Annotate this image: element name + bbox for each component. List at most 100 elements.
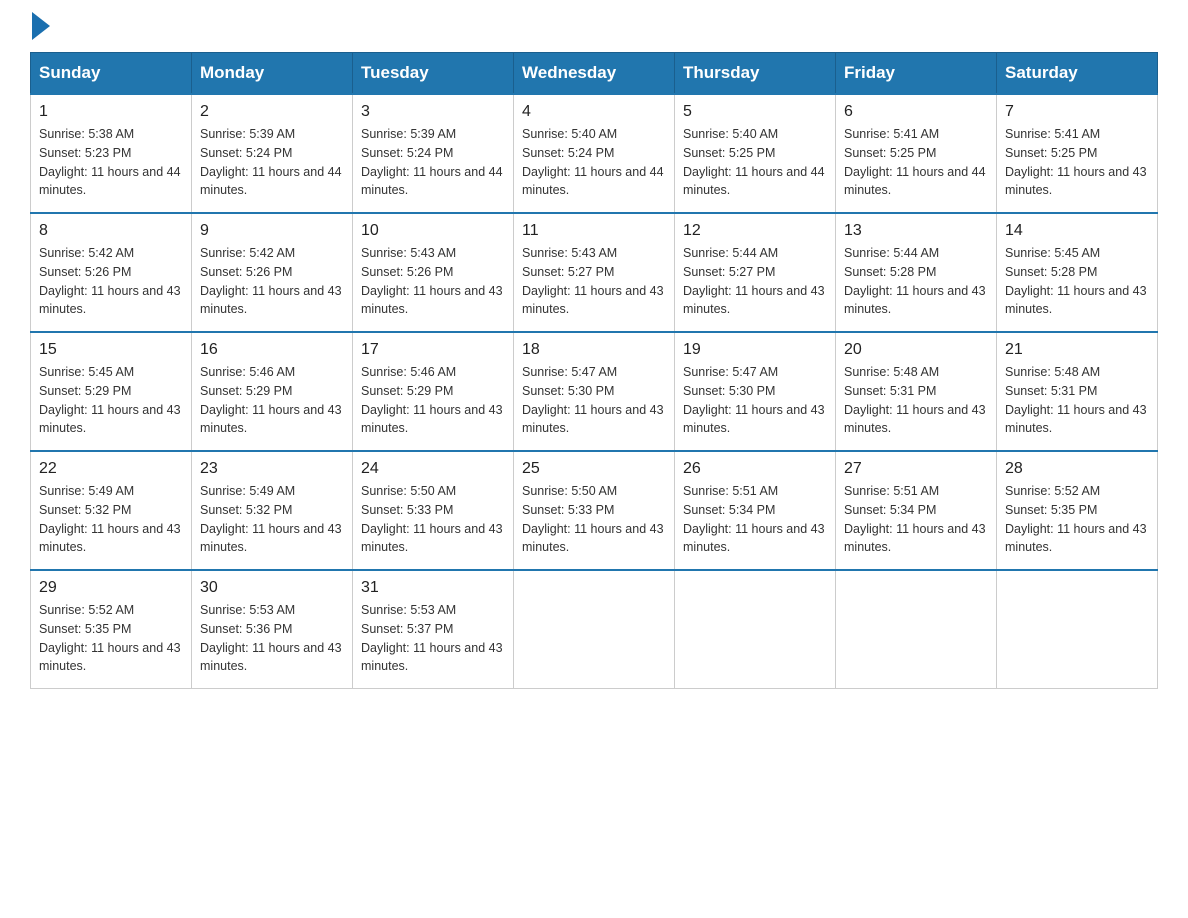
day-info: Sunrise: 5:53 AMSunset: 5:36 PMDaylight:…: [200, 603, 342, 673]
day-number: 1: [39, 103, 183, 121]
calendar-day-cell: 19 Sunrise: 5:47 AMSunset: 5:30 PMDaylig…: [675, 332, 836, 451]
day-info: Sunrise: 5:44 AMSunset: 5:28 PMDaylight:…: [844, 246, 986, 316]
day-info: Sunrise: 5:49 AMSunset: 5:32 PMDaylight:…: [39, 484, 181, 554]
calendar-header-tuesday: Tuesday: [353, 53, 514, 95]
day-number: 24: [361, 460, 505, 478]
day-info: Sunrise: 5:39 AMSunset: 5:24 PMDaylight:…: [200, 127, 342, 197]
day-info: Sunrise: 5:53 AMSunset: 5:37 PMDaylight:…: [361, 603, 503, 673]
day-number: 13: [844, 222, 988, 240]
calendar-day-cell: 18 Sunrise: 5:47 AMSunset: 5:30 PMDaylig…: [514, 332, 675, 451]
calendar-header-monday: Monday: [192, 53, 353, 95]
calendar-day-cell: 13 Sunrise: 5:44 AMSunset: 5:28 PMDaylig…: [836, 213, 997, 332]
calendar-day-cell: [997, 570, 1158, 689]
calendar-day-cell: 20 Sunrise: 5:48 AMSunset: 5:31 PMDaylig…: [836, 332, 997, 451]
calendar-day-cell: 28 Sunrise: 5:52 AMSunset: 5:35 PMDaylig…: [997, 451, 1158, 570]
day-info: Sunrise: 5:41 AMSunset: 5:25 PMDaylight:…: [844, 127, 986, 197]
day-info: Sunrise: 5:43 AMSunset: 5:26 PMDaylight:…: [361, 246, 503, 316]
calendar-day-cell: 24 Sunrise: 5:50 AMSunset: 5:33 PMDaylig…: [353, 451, 514, 570]
day-info: Sunrise: 5:38 AMSunset: 5:23 PMDaylight:…: [39, 127, 181, 197]
calendar-day-cell: 29 Sunrise: 5:52 AMSunset: 5:35 PMDaylig…: [31, 570, 192, 689]
day-info: Sunrise: 5:47 AMSunset: 5:30 PMDaylight:…: [683, 365, 825, 435]
calendar-day-cell: 7 Sunrise: 5:41 AMSunset: 5:25 PMDayligh…: [997, 94, 1158, 213]
calendar-header-friday: Friday: [836, 53, 997, 95]
calendar-header-sunday: Sunday: [31, 53, 192, 95]
day-number: 19: [683, 341, 827, 359]
day-info: Sunrise: 5:43 AMSunset: 5:27 PMDaylight:…: [522, 246, 664, 316]
day-info: Sunrise: 5:47 AMSunset: 5:30 PMDaylight:…: [522, 365, 664, 435]
day-number: 6: [844, 103, 988, 121]
calendar-day-cell: 22 Sunrise: 5:49 AMSunset: 5:32 PMDaylig…: [31, 451, 192, 570]
day-info: Sunrise: 5:44 AMSunset: 5:27 PMDaylight:…: [683, 246, 825, 316]
day-number: 5: [683, 103, 827, 121]
day-number: 27: [844, 460, 988, 478]
calendar-week-row: 8 Sunrise: 5:42 AMSunset: 5:26 PMDayligh…: [31, 213, 1158, 332]
day-number: 20: [844, 341, 988, 359]
day-number: 23: [200, 460, 344, 478]
calendar-header-saturday: Saturday: [997, 53, 1158, 95]
calendar-header-row: SundayMondayTuesdayWednesdayThursdayFrid…: [31, 53, 1158, 95]
calendar-day-cell: 21 Sunrise: 5:48 AMSunset: 5:31 PMDaylig…: [997, 332, 1158, 451]
day-number: 31: [361, 579, 505, 597]
day-number: 15: [39, 341, 183, 359]
calendar-week-row: 29 Sunrise: 5:52 AMSunset: 5:35 PMDaylig…: [31, 570, 1158, 689]
day-info: Sunrise: 5:51 AMSunset: 5:34 PMDaylight:…: [844, 484, 986, 554]
day-info: Sunrise: 5:50 AMSunset: 5:33 PMDaylight:…: [361, 484, 503, 554]
day-info: Sunrise: 5:48 AMSunset: 5:31 PMDaylight:…: [1005, 365, 1147, 435]
calendar-day-cell: 14 Sunrise: 5:45 AMSunset: 5:28 PMDaylig…: [997, 213, 1158, 332]
day-info: Sunrise: 5:42 AMSunset: 5:26 PMDaylight:…: [200, 246, 342, 316]
day-info: Sunrise: 5:45 AMSunset: 5:29 PMDaylight:…: [39, 365, 181, 435]
day-number: 26: [683, 460, 827, 478]
day-number: 4: [522, 103, 666, 121]
calendar-day-cell: 2 Sunrise: 5:39 AMSunset: 5:24 PMDayligh…: [192, 94, 353, 213]
day-info: Sunrise: 5:46 AMSunset: 5:29 PMDaylight:…: [361, 365, 503, 435]
calendar-day-cell: 23 Sunrise: 5:49 AMSunset: 5:32 PMDaylig…: [192, 451, 353, 570]
calendar-day-cell: 3 Sunrise: 5:39 AMSunset: 5:24 PMDayligh…: [353, 94, 514, 213]
calendar-day-cell: [514, 570, 675, 689]
calendar-day-cell: 17 Sunrise: 5:46 AMSunset: 5:29 PMDaylig…: [353, 332, 514, 451]
day-info: Sunrise: 5:40 AMSunset: 5:25 PMDaylight:…: [683, 127, 825, 197]
day-number: 8: [39, 222, 183, 240]
day-info: Sunrise: 5:41 AMSunset: 5:25 PMDaylight:…: [1005, 127, 1147, 197]
day-number: 29: [39, 579, 183, 597]
logo-arrow-icon: [32, 12, 50, 40]
calendar-day-cell: 15 Sunrise: 5:45 AMSunset: 5:29 PMDaylig…: [31, 332, 192, 451]
day-info: Sunrise: 5:48 AMSunset: 5:31 PMDaylight:…: [844, 365, 986, 435]
calendar-day-cell: 4 Sunrise: 5:40 AMSunset: 5:24 PMDayligh…: [514, 94, 675, 213]
day-info: Sunrise: 5:40 AMSunset: 5:24 PMDaylight:…: [522, 127, 664, 197]
day-number: 22: [39, 460, 183, 478]
calendar-day-cell: 27 Sunrise: 5:51 AMSunset: 5:34 PMDaylig…: [836, 451, 997, 570]
calendar-day-cell: 12 Sunrise: 5:44 AMSunset: 5:27 PMDaylig…: [675, 213, 836, 332]
calendar-day-cell: 6 Sunrise: 5:41 AMSunset: 5:25 PMDayligh…: [836, 94, 997, 213]
calendar-week-row: 15 Sunrise: 5:45 AMSunset: 5:29 PMDaylig…: [31, 332, 1158, 451]
calendar-day-cell: 9 Sunrise: 5:42 AMSunset: 5:26 PMDayligh…: [192, 213, 353, 332]
day-info: Sunrise: 5:52 AMSunset: 5:35 PMDaylight:…: [39, 603, 181, 673]
day-number: 12: [683, 222, 827, 240]
day-number: 17: [361, 341, 505, 359]
day-number: 30: [200, 579, 344, 597]
day-number: 21: [1005, 341, 1149, 359]
day-number: 28: [1005, 460, 1149, 478]
calendar-table: SundayMondayTuesdayWednesdayThursdayFrid…: [30, 52, 1158, 689]
day-info: Sunrise: 5:46 AMSunset: 5:29 PMDaylight:…: [200, 365, 342, 435]
calendar-week-row: 1 Sunrise: 5:38 AMSunset: 5:23 PMDayligh…: [31, 94, 1158, 213]
logo: [30, 20, 50, 40]
page-header: [30, 20, 1158, 40]
calendar-day-cell: 8 Sunrise: 5:42 AMSunset: 5:26 PMDayligh…: [31, 213, 192, 332]
day-number: 7: [1005, 103, 1149, 121]
calendar-day-cell: [675, 570, 836, 689]
day-info: Sunrise: 5:39 AMSunset: 5:24 PMDaylight:…: [361, 127, 503, 197]
day-number: 14: [1005, 222, 1149, 240]
day-info: Sunrise: 5:42 AMSunset: 5:26 PMDaylight:…: [39, 246, 181, 316]
day-number: 2: [200, 103, 344, 121]
calendar-day-cell: 31 Sunrise: 5:53 AMSunset: 5:37 PMDaylig…: [353, 570, 514, 689]
calendar-day-cell: 30 Sunrise: 5:53 AMSunset: 5:36 PMDaylig…: [192, 570, 353, 689]
day-info: Sunrise: 5:52 AMSunset: 5:35 PMDaylight:…: [1005, 484, 1147, 554]
day-info: Sunrise: 5:45 AMSunset: 5:28 PMDaylight:…: [1005, 246, 1147, 316]
day-number: 18: [522, 341, 666, 359]
day-info: Sunrise: 5:49 AMSunset: 5:32 PMDaylight:…: [200, 484, 342, 554]
day-number: 9: [200, 222, 344, 240]
calendar-day-cell: [836, 570, 997, 689]
calendar-day-cell: 10 Sunrise: 5:43 AMSunset: 5:26 PMDaylig…: [353, 213, 514, 332]
day-info: Sunrise: 5:51 AMSunset: 5:34 PMDaylight:…: [683, 484, 825, 554]
calendar-day-cell: 16 Sunrise: 5:46 AMSunset: 5:29 PMDaylig…: [192, 332, 353, 451]
